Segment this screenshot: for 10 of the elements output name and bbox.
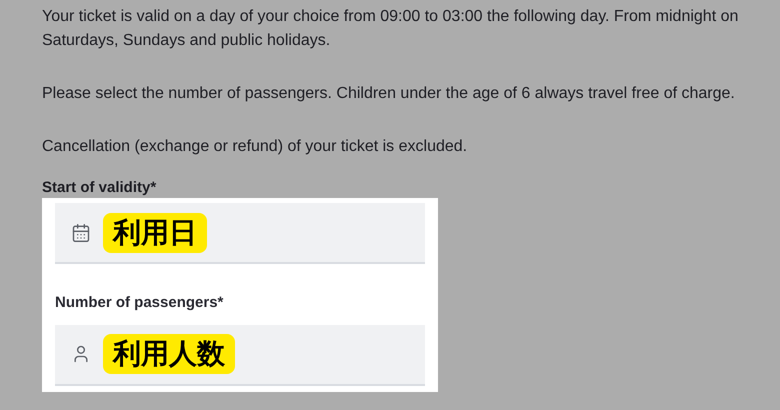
info-paragraph: Please select the number of passengers. Children under the age of 6 always travel free of charge. <box>42 84 736 104</box>
field-label: Number of passengers* <box>55 293 224 313</box>
passengers-field[interactable]: 利用人数 <box>55 324 425 386</box>
field-label: Start of validity* <box>42 179 158 196</box>
date-field[interactable]: 利用日 <box>55 203 425 264</box>
annotation-label: 利用日 <box>103 212 207 252</box>
calendar-icon <box>71 222 91 242</box>
info-paragraph: Your ticket is valid on a day of your choice from 09:00 to 03:00 the following day. From midnight on Saturdays, Sundays and public holidays. <box>42 7 740 51</box>
info-paragraph: Cancellation (exchange or refund) of your ticket is excluded. <box>42 137 468 157</box>
annotation-label: 利用人数 <box>103 334 235 374</box>
